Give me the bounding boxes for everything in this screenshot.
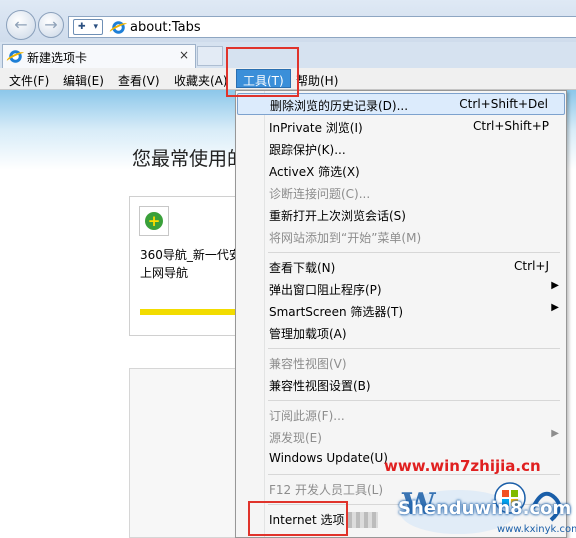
menu-item-view-downloads[interactable]: 查看下载(N) Ctrl+J xyxy=(237,256,565,278)
chevron-down-icon: ▾ xyxy=(93,22,98,32)
menu-item-add-to-start: 将网站添加到“开始”菜单(M) xyxy=(237,226,565,248)
menu-item-compat-view: 兼容性视图(V) xyxy=(237,352,565,374)
menu-item-tracking-protection[interactable]: 跟踪保护(K)... xyxy=(237,138,565,160)
back-arrow-icon: ← xyxy=(14,15,28,34)
menu-item-label: Windows Update(U) xyxy=(269,451,388,465)
menu-separator xyxy=(268,348,560,349)
submenu-arrow-icon: ▶ xyxy=(551,428,559,439)
ie-icon xyxy=(111,20,126,35)
tab-new-tab[interactable]: 新建选项卡 × xyxy=(2,44,196,68)
watermark-url-top: www.win7zhijia.cn xyxy=(384,457,541,475)
site-tile-usage-bar xyxy=(140,309,250,315)
menu-item-shortcut: Ctrl+J xyxy=(514,259,549,273)
tools-menu-highlight-box xyxy=(226,47,299,97)
menu-help[interactable]: 帮助(H) xyxy=(296,72,338,89)
new-tab-button[interactable] xyxy=(197,46,223,66)
menu-separator xyxy=(268,252,560,253)
address-url[interactable]: about:Tabs xyxy=(130,20,201,35)
menu-item-diagnose-connection: 诊断连接问题(C)... xyxy=(237,182,565,204)
menu-item-label: 订阅此源(F)... xyxy=(269,409,345,423)
watermark-url-small: www.kxinyk.com xyxy=(497,524,576,535)
menu-favorites[interactable]: 收藏夹(A) xyxy=(174,72,228,89)
menu-item-feed-discovery: 源发现(E) ▶ xyxy=(237,426,565,448)
watermark-url-main: Shenduwin8.com xyxy=(398,498,572,519)
navigation-bar: ← → ✚ ▾ about:Tabs xyxy=(0,0,576,42)
submenu-arrow-icon: ▶ xyxy=(551,302,559,313)
menu-edit[interactable]: 编辑(E) xyxy=(63,72,104,89)
blurred-text xyxy=(348,512,378,528)
menu-item-label: ActiveX 筛选(X) xyxy=(269,165,360,179)
menu-item-activex-filter[interactable]: ActiveX 筛选(X) xyxy=(237,160,565,182)
menu-item-label: 查看下载(N) xyxy=(269,261,336,275)
menu-item-label: 将网站添加到“开始”菜单(M) xyxy=(269,231,422,245)
menu-item-label: 兼容性视图设置(B) xyxy=(269,379,371,393)
internet-options-highlight-box xyxy=(248,501,348,536)
menu-item-manage-addons[interactable]: 管理加载项(A) xyxy=(237,322,565,344)
menu-item-label: SmartScreen 筛选器(T) xyxy=(269,305,404,319)
menu-item-label: InPrivate 浏览(I) xyxy=(269,121,363,135)
plus-icon: ✚ xyxy=(77,22,86,32)
menu-separator xyxy=(268,400,560,401)
menu-view[interactable]: 查看(V) xyxy=(118,72,160,89)
submenu-arrow-icon: ▶ xyxy=(551,280,559,291)
ie-icon xyxy=(8,49,23,64)
menu-item-inprivate[interactable]: InPrivate 浏览(I) Ctrl+Shift+P xyxy=(237,116,565,138)
menu-item-label: 诊断连接问题(C)... xyxy=(269,187,371,201)
site-tile-icon-box: + xyxy=(139,206,169,236)
menu-file[interactable]: 文件(F) xyxy=(9,72,49,89)
360-logo-icon: + xyxy=(145,212,163,230)
menu-item-compat-view-settings[interactable]: 兼容性视图设置(B) xyxy=(237,374,565,396)
menu-item-label: 删除浏览的历史记录(D)... xyxy=(270,99,409,113)
back-button[interactable]: ← xyxy=(6,10,36,40)
menu-item-reopen-session[interactable]: 重新打开上次浏览会话(S) xyxy=(237,204,565,226)
menu-item-subscribe-feed: 订阅此源(F)... xyxy=(237,404,565,426)
page-heading: 您最常使用的 xyxy=(132,148,247,170)
tab-title: 新建选项卡 xyxy=(27,51,88,65)
menu-item-label: 弹出窗口阻止程序(P) xyxy=(269,283,382,297)
menu-item-label: 兼容性视图(V) xyxy=(269,357,347,371)
menu-item-label: 源发现(E) xyxy=(269,431,322,445)
menu-item-smartscreen[interactable]: SmartScreen 筛选器(T) ▶ xyxy=(237,300,565,322)
menu-item-label: 跟踪保护(K)... xyxy=(269,143,346,157)
menu-item-label: F12 开发人员工具(L) xyxy=(269,483,384,497)
close-icon[interactable]: × xyxy=(179,48,189,62)
menu-item-label: 重新打开上次浏览会话(S) xyxy=(269,209,406,223)
menu-item-label: 管理加载项(A) xyxy=(269,327,347,341)
menu-item-shortcut: Ctrl+Shift+P xyxy=(473,119,549,133)
forward-arrow-icon: → xyxy=(44,15,58,34)
forward-button[interactable]: → xyxy=(38,12,64,38)
address-bar[interactable]: ✚ ▾ about:Tabs xyxy=(68,16,576,38)
menu-item-popup-blocker[interactable]: 弹出窗口阻止程序(P) ▶ xyxy=(237,278,565,300)
menu-item-shortcut: Ctrl+Shift+Del xyxy=(459,97,548,111)
site-dropdown-button[interactable]: ✚ ▾ xyxy=(73,19,103,35)
